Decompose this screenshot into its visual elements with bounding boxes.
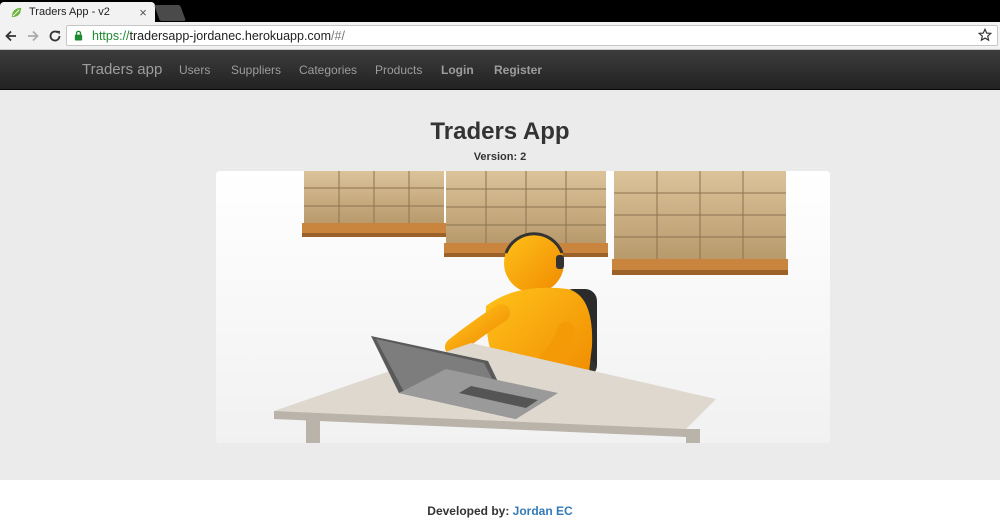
browser-tab[interactable]: Traders App - v2 × — [0, 2, 155, 22]
hero-image — [216, 171, 830, 443]
browser-tab-strip: Traders App - v2 × — [0, 0, 1000, 22]
arrow-left-icon — [5, 30, 16, 41]
nav-link-products[interactable]: Products — [375, 63, 422, 77]
nav-link-users[interactable]: Users — [179, 63, 210, 77]
url-text: https://tradersapp-jordanec.herokuapp.co… — [92, 29, 345, 43]
footer-credit: Developed by: Jordan EC — [0, 504, 1000, 518]
nav-link-suppliers[interactable]: Suppliers — [231, 63, 281, 77]
forward-button[interactable] — [22, 25, 44, 47]
reload-button[interactable] — [44, 25, 66, 47]
back-button[interactable] — [0, 25, 22, 47]
url-path: /#/ — [331, 28, 345, 43]
page-title: Traders App — [430, 118, 570, 145]
site-navbar: Traders app Users Suppliers Categories P… — [0, 50, 1000, 90]
new-tab-button[interactable] — [154, 5, 186, 21]
url-scheme: https:// — [92, 28, 130, 43]
nav-link-register[interactable]: Register — [494, 63, 542, 77]
nav-link-categories[interactable]: Categories — [299, 63, 357, 77]
footer-label: Developed by: — [427, 504, 510, 518]
navbar-brand[interactable]: Traders app — [82, 61, 162, 78]
lock-icon — [74, 30, 83, 41]
page-footer: Developed by: Jordan EC — [0, 480, 1000, 527]
browser-toolbar: https://tradersapp-jordanec.herokuapp.co… — [0, 22, 1000, 50]
url-host: tradersapp-jordanec.herokuapp.com — [129, 28, 332, 43]
leaf-icon — [11, 7, 22, 17]
tab-title: Traders App - v2 — [29, 6, 110, 18]
reload-icon — [49, 30, 61, 41]
author-link[interactable]: Jordan EC — [513, 504, 573, 518]
star-icon[interactable] — [978, 28, 992, 42]
address-bar[interactable]: https://tradersapp-jordanec.herokuapp.co… — [66, 25, 998, 46]
tab-close-button[interactable]: × — [135, 6, 151, 19]
nav-link-login[interactable]: Login — [441, 63, 474, 77]
version-label: Version: 2 — [473, 151, 527, 163]
arrow-right-icon — [28, 30, 39, 41]
